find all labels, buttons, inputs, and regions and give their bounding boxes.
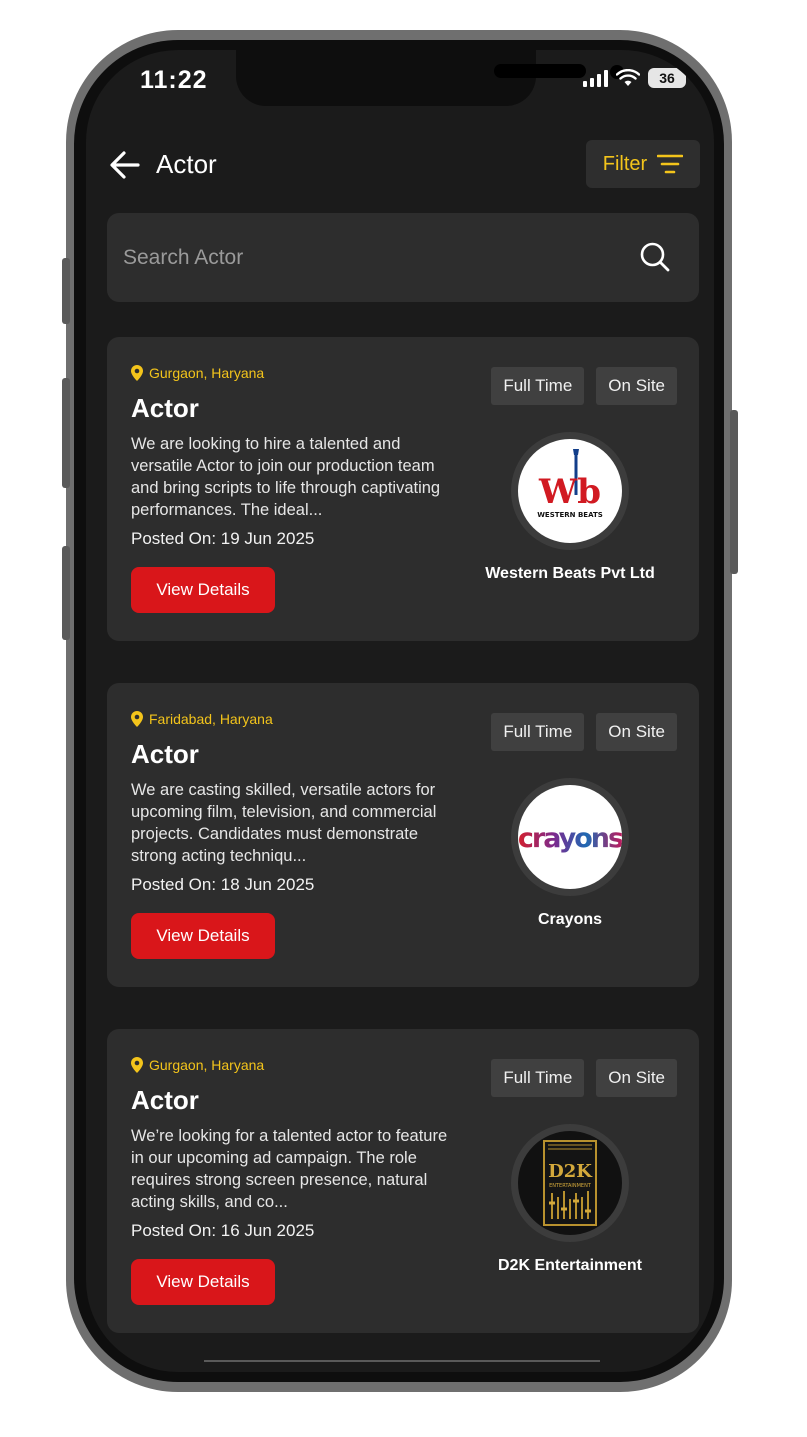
phone-side-button: [730, 410, 738, 574]
crayons-logo: crayons: [518, 823, 622, 854]
view-details-button[interactable]: View Details: [131, 1259, 275, 1305]
logo-mark: crayons: [518, 823, 622, 854]
company-name: Western Beats Pvt Ltd: [485, 565, 655, 582]
header: Actor Filter: [108, 140, 700, 192]
company-name: Crayons: [537, 911, 603, 928]
notch: [236, 50, 624, 106]
posted-date: Posted On: 19 Jun 2025: [131, 529, 315, 548]
logo-mark: D2K: [548, 1161, 593, 1182]
company-logo: D2K ENTERTAINMENT: [511, 1124, 629, 1242]
job-description: We are casting skilled, versatile actors…: [131, 781, 437, 865]
filter-button[interactable]: Filter: [586, 140, 700, 188]
signal-icon: [583, 69, 608, 87]
job-location: Faridabad, Haryana: [131, 711, 273, 727]
logo-subtext: ENTERTAINMENT: [549, 1183, 592, 1189]
job-location: Gurgaon, Haryana: [131, 365, 264, 381]
home-indicator: [204, 1360, 600, 1362]
job-title: Actor: [131, 739, 199, 769]
app-screen: 11:22 36 Actor Filter Search Actor Gurga…: [86, 50, 714, 1372]
logo-mark: Wb: [538, 472, 601, 512]
location-pin-icon: [131, 1057, 143, 1073]
dynamic-island: [494, 64, 586, 78]
posted-date: Posted On: 16 Jun 2025: [131, 1221, 315, 1240]
location-pin-icon: [131, 711, 143, 727]
job-tags: Full Time On Site: [491, 713, 677, 751]
page-title: Actor: [156, 149, 217, 179]
location-text: Gurgaon, Haryana: [149, 365, 265, 381]
phone-side-button: [62, 546, 70, 640]
status-icons: 36: [583, 68, 686, 88]
job-tags: Full Time On Site: [491, 367, 677, 405]
location-text: Faridabad, Haryana: [149, 711, 273, 727]
search-icon[interactable]: [639, 241, 671, 273]
view-details-button[interactable]: View Details: [131, 567, 275, 613]
logo-subtext: WESTERN BEATS: [537, 511, 603, 519]
search-bar: [107, 213, 699, 302]
tag-job-type: Full Time: [491, 367, 585, 405]
job-card: Faridabad, Haryana Actor We are casting …: [107, 683, 699, 987]
job-card: Gurgaon, Haryana Actor We’re looking for…: [107, 1029, 699, 1333]
filter-icon: [657, 154, 684, 174]
search-input[interactable]: [121, 235, 605, 281]
job-description: We are looking to hire a talented and ve…: [131, 435, 441, 519]
phone-side-button: [62, 258, 70, 324]
filter-label: Filter: [602, 152, 648, 175]
location-text: Gurgaon, Haryana: [149, 1057, 265, 1073]
view-details-button[interactable]: View Details: [131, 913, 275, 959]
job-description: We’re looking for a talented actor to fe…: [131, 1127, 448, 1211]
d2k-entertainment-logo: D2K ENTERTAINMENT: [543, 1140, 597, 1226]
company-logo: Wb WESTERN BEATS: [511, 432, 629, 550]
job-title: Actor: [131, 393, 199, 423]
tag-work-mode: On Site: [596, 1059, 677, 1097]
back-arrow-icon[interactable]: [108, 148, 142, 182]
western-beats-logo: Wb WESTERN BEATS: [537, 449, 603, 519]
company-logo: crayons: [511, 778, 629, 896]
tag-job-type: Full Time: [491, 1059, 585, 1097]
location-pin-icon: [131, 365, 143, 381]
job-card: Gurgaon, Haryana Actor We are looking to…: [107, 337, 699, 641]
job-title: Actor: [131, 1085, 199, 1115]
battery-icon: 36: [648, 68, 686, 88]
tag-work-mode: On Site: [596, 367, 677, 405]
posted-date: Posted On: 18 Jun 2025: [131, 875, 315, 894]
job-location: Gurgaon, Haryana: [131, 1057, 264, 1073]
tag-work-mode: On Site: [596, 713, 677, 751]
tag-job-type: Full Time: [491, 713, 585, 751]
phone-side-button: [62, 378, 70, 488]
wifi-icon: [616, 69, 640, 86]
company-name: D2K Entertainment: [497, 1257, 643, 1274]
job-tags: Full Time On Site: [491, 1059, 677, 1097]
status-time: 11:22: [140, 66, 208, 94]
